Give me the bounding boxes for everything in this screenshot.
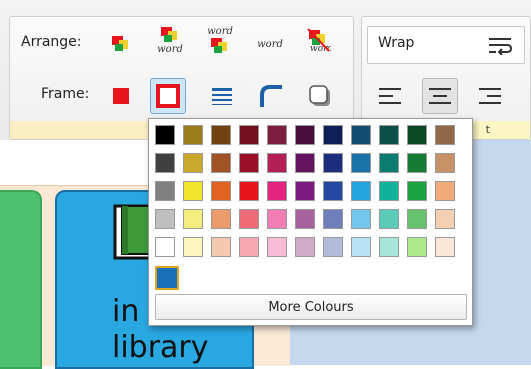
colour-swatch[interactable] xyxy=(267,181,287,201)
colour-swatch[interactable] xyxy=(351,153,371,173)
colour-swatch[interactable] xyxy=(407,181,427,201)
colour-swatch[interactable] xyxy=(323,237,343,257)
align-right-button[interactable] xyxy=(472,78,508,114)
wrap-text-icon xyxy=(489,38,513,55)
colour-swatch[interactable] xyxy=(351,125,371,145)
colour-swatch[interactable] xyxy=(323,209,343,229)
colour-swatch[interactable] xyxy=(239,153,259,173)
border-square-icon xyxy=(156,84,180,108)
frame-line-width-button[interactable] xyxy=(204,78,240,114)
line-width-icon xyxy=(212,88,232,105)
colour-swatch[interactable] xyxy=(267,209,287,229)
frame-label: Frame: xyxy=(41,86,90,102)
colour-swatch[interactable] xyxy=(323,125,343,145)
colour-swatch[interactable] xyxy=(267,153,287,173)
align-right-icon xyxy=(479,88,501,104)
colour-swatch[interactable] xyxy=(379,125,399,145)
colour-swatch[interactable] xyxy=(435,209,455,229)
colour-swatch[interactable] xyxy=(435,237,455,257)
colour-swatch[interactable] xyxy=(211,209,231,229)
colour-swatch[interactable] xyxy=(295,237,315,257)
colour-swatch[interactable] xyxy=(183,209,203,229)
wrap-label: Wrap xyxy=(378,35,415,51)
colour-swatch[interactable] xyxy=(379,237,399,257)
word-above-symbol-button[interactable]: word xyxy=(202,22,238,58)
symbol-stack-icon xyxy=(161,26,177,42)
colour-swatch[interactable] xyxy=(351,237,371,257)
colour-swatch[interactable] xyxy=(351,181,371,201)
colour-swatch[interactable] xyxy=(211,181,231,201)
colour-swatch[interactable] xyxy=(295,209,315,229)
colour-swatch[interactable] xyxy=(211,153,231,173)
colour-swatch[interactable] xyxy=(155,209,175,229)
colour-swatch[interactable] xyxy=(295,125,315,145)
colour-swatch[interactable] xyxy=(155,125,175,145)
shadow-square-icon xyxy=(309,85,330,106)
colour-swatch[interactable] xyxy=(155,181,175,201)
frame-fill-button[interactable] xyxy=(103,78,139,114)
word-only-button[interactable]: word xyxy=(252,26,288,62)
colour-swatch[interactable] xyxy=(239,209,259,229)
colour-swatch[interactable] xyxy=(435,125,455,145)
overlap-squares-icon xyxy=(112,36,128,51)
word-caption: word xyxy=(257,38,283,50)
colour-swatch[interactable] xyxy=(155,237,175,257)
colour-swatch[interactable] xyxy=(323,153,343,173)
colour-swatch[interactable] xyxy=(435,181,455,201)
symbol-cell-green[interactable] xyxy=(0,190,42,369)
colour-swatch[interactable] xyxy=(323,181,343,201)
symbol-word-line-2: library xyxy=(112,330,209,365)
symbol-above-word-button[interactable]: word xyxy=(152,22,188,58)
symbol-stack-icon xyxy=(211,37,227,53)
colour-swatch[interactable] xyxy=(239,237,259,257)
align-center-button[interactable] xyxy=(422,78,458,114)
colour-swatch[interactable] xyxy=(183,237,203,257)
colour-swatch[interactable] xyxy=(351,209,371,229)
colour-swatch[interactable] xyxy=(183,125,203,145)
colour-swatch[interactable] xyxy=(407,209,427,229)
colour-swatch[interactable] xyxy=(379,181,399,201)
colour-swatch[interactable] xyxy=(435,153,455,173)
colour-swatch[interactable] xyxy=(155,153,175,173)
colour-swatch[interactable] xyxy=(267,237,287,257)
colour-swatch[interactable] xyxy=(295,181,315,201)
rounded-corner-icon xyxy=(260,85,282,107)
frame-shadow-button[interactable] xyxy=(302,78,338,114)
colour-swatch[interactable] xyxy=(239,125,259,145)
colour-swatch[interactable] xyxy=(183,153,203,173)
word-caption: word xyxy=(207,25,233,37)
frame-corner-button[interactable] xyxy=(253,78,289,114)
align-center-icon xyxy=(429,88,451,104)
align-left-button[interactable] xyxy=(372,78,408,114)
colour-swatch[interactable] xyxy=(211,125,231,145)
fill-square-icon xyxy=(113,88,129,104)
word-caption: word xyxy=(157,43,183,55)
hide-symbol-button[interactable]: word xyxy=(300,22,336,58)
colour-swatch[interactable] xyxy=(267,125,287,145)
colour-swatch[interactable] xyxy=(183,181,203,201)
recent-colour-swatch[interactable] xyxy=(155,266,179,290)
colour-swatch[interactable] xyxy=(239,181,259,201)
arrange-overlap-button[interactable] xyxy=(103,26,139,62)
arrange-label: Arrange: xyxy=(21,34,82,50)
more-colours-button[interactable]: More Colours xyxy=(155,294,467,320)
align-left-icon xyxy=(379,88,401,104)
colour-swatch[interactable] xyxy=(379,209,399,229)
colour-swatch[interactable] xyxy=(407,237,427,257)
wrap-dropdown[interactable]: Wrap xyxy=(367,26,525,64)
colour-swatch[interactable] xyxy=(407,153,427,173)
colour-swatch[interactable] xyxy=(407,125,427,145)
colour-swatch[interactable] xyxy=(379,153,399,173)
frame-border-colour-button[interactable] xyxy=(150,78,186,114)
colour-swatch[interactable] xyxy=(295,153,315,173)
colour-picker-popup: More Colours xyxy=(148,118,473,326)
colour-swatch[interactable] xyxy=(211,237,231,257)
no-symbol-icon: word xyxy=(307,28,331,53)
